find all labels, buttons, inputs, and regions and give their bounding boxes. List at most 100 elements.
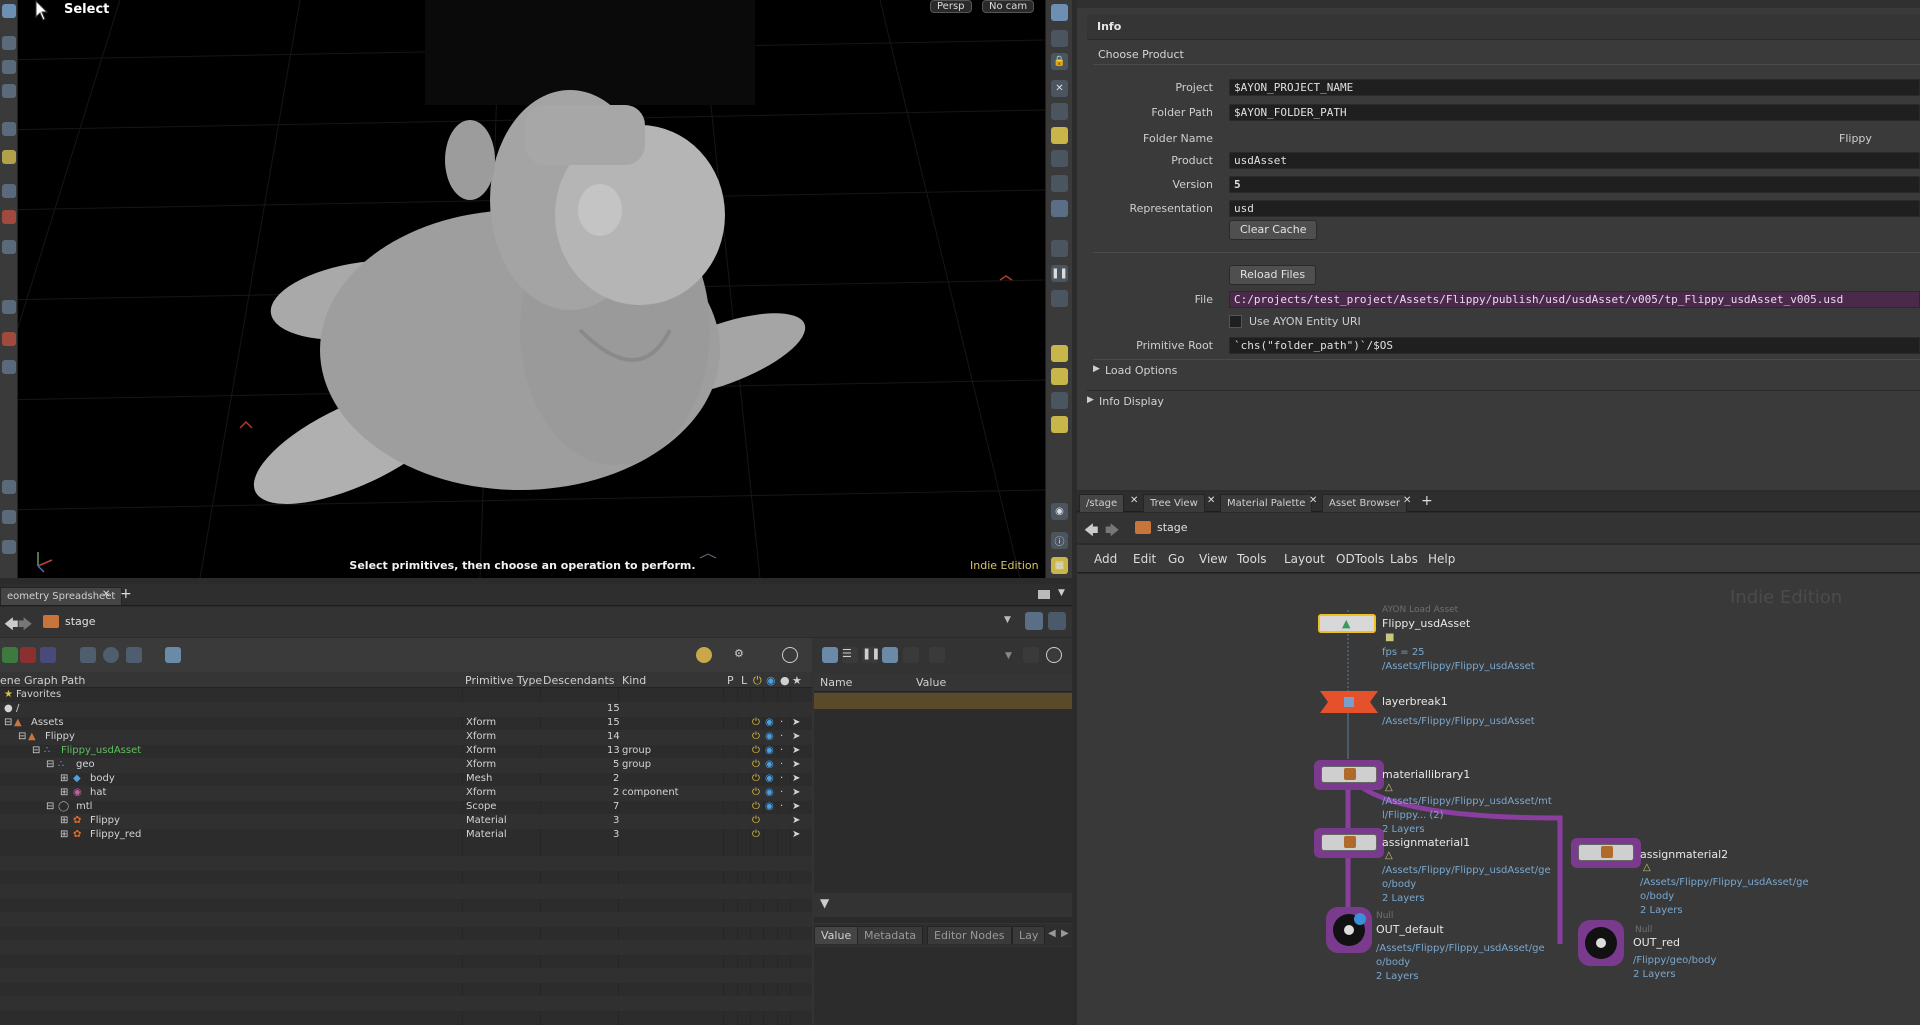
select-arrow-icon[interactable]: ➤ <box>792 829 800 840</box>
bucket-icon[interactable] <box>1051 416 1068 433</box>
load-options-folder[interactable]: Load Options <box>1105 364 1177 377</box>
table-row[interactable]: ⊟ ▲ Flippy Xform 14 ⏻ ◉ · ➤ <box>0 730 812 745</box>
table-row[interactable]: ⊟ ▲ Assets Xform 15 ⏻ ◉ · ➤ <box>0 716 812 731</box>
filter-icon[interactable]: ▼ <box>820 896 829 910</box>
handle-tool-icon[interactable] <box>2 150 16 164</box>
node-name[interactable]: assignmaterial1 <box>1382 836 1470 849</box>
close-tab-icon[interactable]: ✕ <box>1403 495 1411 506</box>
tab-stage[interactable]: /stage <box>1079 494 1125 512</box>
solo-icon[interactable]: · <box>780 759 783 770</box>
columns-icon[interactable]: ❚❚ <box>862 647 880 663</box>
menu-view[interactable]: View <box>1199 552 1227 566</box>
active-icon[interactable]: ⏻ <box>752 815 760 826</box>
tab-metadata[interactable]: Metadata <box>857 926 924 944</box>
lock-icon[interactable]: 🔒 <box>1051 53 1068 70</box>
expand-icon[interactable]: ⊟ <box>46 801 54 812</box>
paint-icon[interactable] <box>1051 345 1068 362</box>
col-scene-graph-path[interactable]: ene Graph Path <box>0 674 85 687</box>
select-arrow-icon[interactable]: ➤ <box>792 745 800 756</box>
active-icon[interactable]: ⏻ <box>752 773 760 784</box>
primitive-root-field[interactable]: `chs("folder_path")`/$OS <box>1229 337 1920 354</box>
select-arrow-icon[interactable]: ➤ <box>792 717 800 728</box>
panel-splitter[interactable] <box>814 917 1072 923</box>
menu-add[interactable]: Add <box>1094 552 1117 566</box>
visibility-icon[interactable]: ◉ <box>765 717 774 728</box>
expand-icon[interactable]: ⊟ <box>4 717 12 728</box>
forward-arrow-icon[interactable]: 🡆 <box>18 614 32 638</box>
solo-icon[interactable]: · <box>780 745 783 756</box>
expand-icon[interactable]: ⊞ <box>60 815 68 826</box>
info-icon[interactable] <box>103 647 119 663</box>
add-tab-icon[interactable]: + <box>120 586 132 602</box>
product-field[interactable]: usdAsset <box>1229 152 1920 169</box>
select-arrow-icon[interactable]: ➤ <box>792 787 800 798</box>
visibility-icon[interactable]: ◉ <box>765 745 774 756</box>
tab-asset-browser[interactable]: Asset Browser <box>1322 494 1408 512</box>
pin-icon[interactable] <box>1025 612 1043 630</box>
rows-icon[interactable] <box>882 647 898 663</box>
cursor-icon[interactable] <box>205 647 221 663</box>
brush-tool-icon[interactable] <box>2 240 16 254</box>
back-arrow-icon[interactable]: 🡄 <box>1084 520 1098 544</box>
close-tab-icon[interactable]: ✕ <box>1207 495 1215 506</box>
table-row[interactable]: ⊞ ◉ hat Xform 2 component ⏻ ◉ · ➤ <box>0 786 812 801</box>
table-row[interactable]: ⊞ ◆ body Mesh 2 ⏻ ◉ · ➤ <box>0 772 812 787</box>
node-flippy-usdasset[interactable]: ▲ <box>1318 614 1376 633</box>
link-icon[interactable] <box>1048 612 1066 630</box>
gear-icon[interactable]: ⚙ <box>734 647 750 663</box>
menu-help[interactable]: Help <box>1428 552 1455 566</box>
move-tool-icon[interactable] <box>2 36 16 50</box>
project-field[interactable]: $AYON_PROJECT_NAME <box>1229 79 1920 96</box>
col-primitive-type[interactable]: Primitive Type <box>465 674 542 687</box>
persp-menu[interactable]: Persp <box>930 0 972 13</box>
pause-icon[interactable]: ❚❚ <box>1051 265 1068 282</box>
table-row[interactable]: ⊟ ∴ geo Xform 5 group ⏻ ◉ · ➤ <box>0 758 812 773</box>
visibility-icon[interactable]: ◉ <box>765 731 774 742</box>
display-tool-icon[interactable] <box>2 540 16 554</box>
camera-tool-icon[interactable] <box>2 360 16 374</box>
tab-layers[interactable]: Lay <box>1012 926 1046 944</box>
scroll-right-icon[interactable]: ▶ <box>1061 928 1069 939</box>
render-region-icon[interactable] <box>1051 200 1068 217</box>
tab-value[interactable]: Value <box>814 926 859 944</box>
use-entity-uri-checkbox[interactable] <box>1229 315 1242 328</box>
add-tab-icon[interactable]: + <box>1421 493 1433 509</box>
primitives-icon[interactable] <box>2 647 18 663</box>
select-arrow-icon[interactable]: ➤ <box>792 801 800 812</box>
tab-material-palette[interactable]: Material Palette <box>1220 494 1313 512</box>
select-tool-icon[interactable] <box>2 4 16 18</box>
close-tab-icon[interactable]: ✕ <box>1309 495 1317 506</box>
active-icon[interactable]: ⏻ <box>752 759 760 770</box>
forward-arrow-icon[interactable]: 🡆 <box>1105 520 1119 544</box>
menu-go[interactable]: Go <box>1168 552 1185 566</box>
node-name[interactable]: OUT_default <box>1376 923 1444 936</box>
table-row[interactable]: ⊟ ◯ mtl Scope 7 ⏻ ◉ · ➤ <box>0 800 812 815</box>
table-row[interactable]: ⊟ ∴ Flippy_usdAsset Xform 13 group ⏻ ◉ ·… <box>0 744 812 759</box>
tab-tree-view[interactable]: Tree View <box>1143 494 1205 512</box>
node-layerbreak1[interactable] <box>1320 691 1378 713</box>
select-arrow-icon[interactable]: ➤ <box>792 773 800 784</box>
node-out-default[interactable] <box>1330 911 1368 949</box>
magnet-tool-icon[interactable] <box>2 210 16 224</box>
layers-icon[interactable] <box>40 647 56 663</box>
pane-menu-icon[interactable]: ▼ <box>1058 588 1065 598</box>
display-options-icon[interactable] <box>1051 4 1068 21</box>
node-name[interactable]: Flippy_usdAsset <box>1382 617 1470 630</box>
scene-viewport[interactable]: Select Persp No cam Select primitives, t… <box>0 0 1045 578</box>
node-name[interactable]: layerbreak1 <box>1382 695 1448 708</box>
folder-path-field[interactable]: $AYON_FOLDER_PATH <box>1229 104 1920 121</box>
light-bulb-icon[interactable] <box>1051 150 1068 167</box>
camera-icon[interactable] <box>1051 175 1068 192</box>
path-dropdown-icon[interactable]: ▼ <box>1004 615 1011 625</box>
transform-icon[interactable] <box>903 647 919 663</box>
network-canvas[interactable]: AYON Load Asset ▲ Flippy_usdAsset ■ fps … <box>1077 574 1920 1025</box>
info-display-folder[interactable]: Info Display <box>1099 395 1164 408</box>
network-path-label[interactable]: stage <box>1157 521 1188 534</box>
node-out-red[interactable] <box>1582 924 1620 962</box>
lighting-icon[interactable] <box>1051 127 1068 144</box>
selection-icon[interactable] <box>165 647 181 663</box>
geometry-icon[interactable] <box>1051 312 1068 329</box>
col-descendants[interactable]: Descendants <box>543 674 615 687</box>
clear-cache-button[interactable]: Clear Cache <box>1229 220 1318 240</box>
visibility-icon[interactable]: ◉ <box>765 759 774 770</box>
